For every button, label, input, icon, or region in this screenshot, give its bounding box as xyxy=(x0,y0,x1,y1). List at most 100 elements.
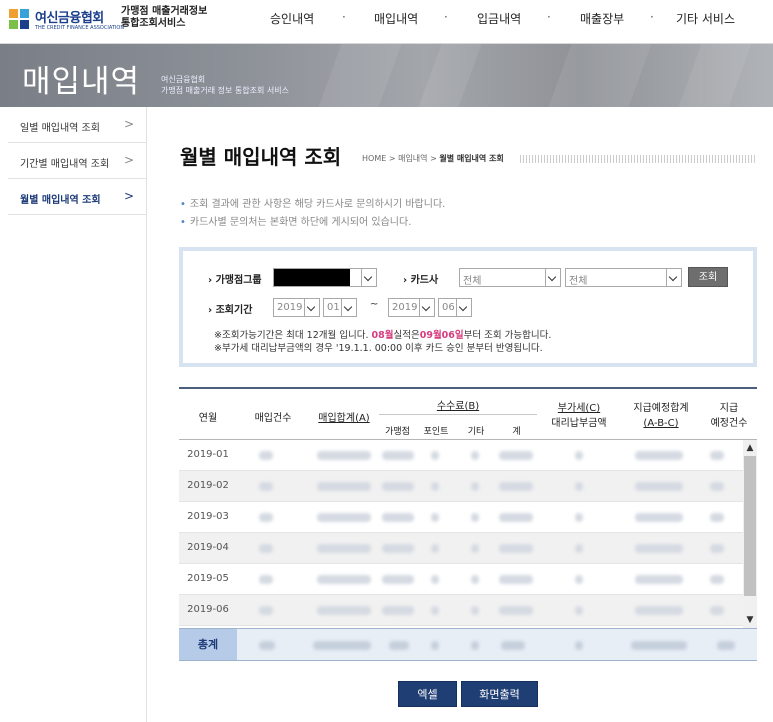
sidebar-item-label: 일별 매입내역 조회 xyxy=(20,123,100,134)
scroll-up-arrow-icon[interactable]: ▲ xyxy=(743,440,757,456)
nav-sales-ledger[interactable]: 매출장부 xyxy=(580,10,624,27)
redacted-cell xyxy=(501,641,525,650)
redacted-cell xyxy=(317,575,371,584)
redacted-cell xyxy=(382,513,414,522)
card-company-select[interactable]: 전체 xyxy=(459,268,561,287)
nav-approval[interactable]: 승인내역 xyxy=(270,10,314,27)
redacted-cell xyxy=(259,544,273,553)
nav-other-services[interactable]: 기타 서비스 xyxy=(676,10,735,27)
redacted-cell xyxy=(710,451,724,460)
redacted-cell xyxy=(635,606,683,615)
site-title-line1: 가맹점 매출거래정보 xyxy=(121,6,208,17)
breadcrumb-separator: > xyxy=(388,154,396,163)
table-row[interactable]: 2019-06 xyxy=(179,595,743,626)
redacted-cell xyxy=(710,482,724,491)
logo[interactable]: 여신금융협회 THE CREDIT FINANCE ASSOCIATION xyxy=(8,7,124,35)
chevron-down-icon xyxy=(456,299,471,316)
redacted-cell xyxy=(317,482,371,491)
print-button[interactable]: 화면출력 xyxy=(461,681,538,707)
sidebar-item-daily[interactable]: 일별 매입내역 조회 > xyxy=(8,107,146,143)
redacted-cell xyxy=(471,575,479,584)
breadcrumb: HOME > 매입내역 > 월별 매입내역 조회 xyxy=(362,153,504,164)
col-header-vat-line2: 대리납부금액 xyxy=(551,418,607,429)
col-header-month: 연월 xyxy=(198,413,218,424)
from-month-value: 01 xyxy=(327,302,340,313)
redacted-cell xyxy=(389,641,409,650)
row-month: 2019-04 xyxy=(187,542,229,553)
table-row[interactable]: 2019-05 xyxy=(179,564,743,595)
banner-decoration xyxy=(418,44,482,107)
redacted-cell xyxy=(635,544,683,553)
redacted-cell xyxy=(499,544,533,553)
scroll-down-arrow-icon[interactable]: ▼ xyxy=(743,612,757,628)
nav-separator: · xyxy=(444,10,448,24)
nav-separator: · xyxy=(547,10,551,24)
col-header-expected-line2: (A-B-C) xyxy=(621,416,701,431)
notice-line: • 조회 결과에 관한 사항은 해당 카드사로 문의하시기 바랍니다. xyxy=(180,195,445,210)
scrollbar-thumb[interactable] xyxy=(744,456,756,596)
redacted-cell xyxy=(259,575,273,584)
redacted-cell xyxy=(499,482,533,491)
table-row[interactable]: 2019-01 xyxy=(179,440,743,471)
redacted-cell xyxy=(635,575,683,584)
chevron-down-icon xyxy=(419,299,434,316)
table-scrollbar[interactable]: ▲ ▼ xyxy=(743,440,757,628)
banner-decoration xyxy=(678,44,752,107)
nav-deposit[interactable]: 입금내역 xyxy=(477,10,521,27)
notice-text: 조회 결과에 관한 사항은 해당 카드사로 문의하시기 바랍니다. xyxy=(189,199,446,210)
card-company-label: 카드사 xyxy=(403,271,439,286)
redacted-cell xyxy=(499,575,533,584)
period-label: 조회기간 xyxy=(208,301,253,316)
search-button[interactable]: 조회 xyxy=(688,267,728,287)
merchant-group-select[interactable] xyxy=(273,268,377,287)
redacted-cell xyxy=(575,575,583,584)
chevron-down-icon xyxy=(341,299,356,316)
row-month: 2019-03 xyxy=(187,511,229,522)
redacted-cell xyxy=(575,544,583,553)
redacted-cell xyxy=(631,641,687,650)
card-company-sub-select[interactable]: 전체 xyxy=(565,268,682,287)
redacted-cell xyxy=(635,513,683,522)
from-month-select[interactable]: 01 xyxy=(323,298,357,317)
redacted-cell xyxy=(575,482,583,491)
excel-button[interactable]: 엑셀 xyxy=(398,681,457,707)
fee-header-divider xyxy=(379,414,537,415)
breadcrumb-home[interactable]: HOME xyxy=(362,154,386,163)
redacted-cell xyxy=(575,606,583,615)
top-header: 여신금융협회 THE CREDIT FINANCE ASSOCIATION 가맹… xyxy=(0,0,773,44)
col-header-paycount-line1: 지급 xyxy=(719,403,739,414)
bullet-icon: • xyxy=(180,217,186,228)
redacted-cell xyxy=(710,575,724,584)
redacted-cell xyxy=(710,513,724,522)
redacted-cell xyxy=(382,544,414,553)
redacted-cell xyxy=(471,606,479,615)
row-month: 2019-06 xyxy=(187,604,229,615)
from-year-select[interactable]: 2019 xyxy=(273,298,320,317)
results-table: 연월 매입건수 매입합계(A) 수수료(B) 가맹점 포인트 기타 계 부가세(… xyxy=(179,387,757,662)
redacted-cell xyxy=(431,544,439,553)
table-row[interactable]: 2019-04 xyxy=(179,533,743,564)
redacted-cell xyxy=(431,451,439,460)
col-header-expected-formula: (A-B-C) xyxy=(643,418,679,429)
table-row[interactable]: 2019-02 xyxy=(179,471,743,502)
bullet-icon: • xyxy=(180,199,186,210)
table-top-border xyxy=(179,387,757,389)
banner-sub-line1: 여신금융협회 xyxy=(161,75,206,84)
redacted-cell xyxy=(317,513,371,522)
table-row[interactable]: 2019-03 xyxy=(179,502,743,533)
nav-purchase[interactable]: 매입내역 xyxy=(374,10,418,27)
sidebar-item-period[interactable]: 기간별 매입내역 조회 > xyxy=(8,143,146,179)
breadcrumb-current: 월별 매입내역 조회 xyxy=(439,154,504,163)
redacted-cell xyxy=(431,641,439,650)
breadcrumb-level1[interactable]: 매입내역 xyxy=(398,154,427,163)
redacted-cell xyxy=(710,544,724,553)
redacted-cell xyxy=(259,451,273,460)
total-label: 총계 xyxy=(179,629,237,660)
to-month-select[interactable]: 06 xyxy=(438,298,472,317)
range-separator: ~ xyxy=(370,299,379,310)
to-year-select[interactable]: 2019 xyxy=(388,298,435,317)
table-body[interactable]: 2019-01 2019-02 2019-03 2019-04 2019-05 … xyxy=(179,440,743,628)
sidebar-item-monthly[interactable]: 월별 매입내역 조회 > xyxy=(8,179,146,215)
col-header-fee-merchant: 가맹점 xyxy=(385,427,410,437)
redacted-cell xyxy=(259,513,273,522)
